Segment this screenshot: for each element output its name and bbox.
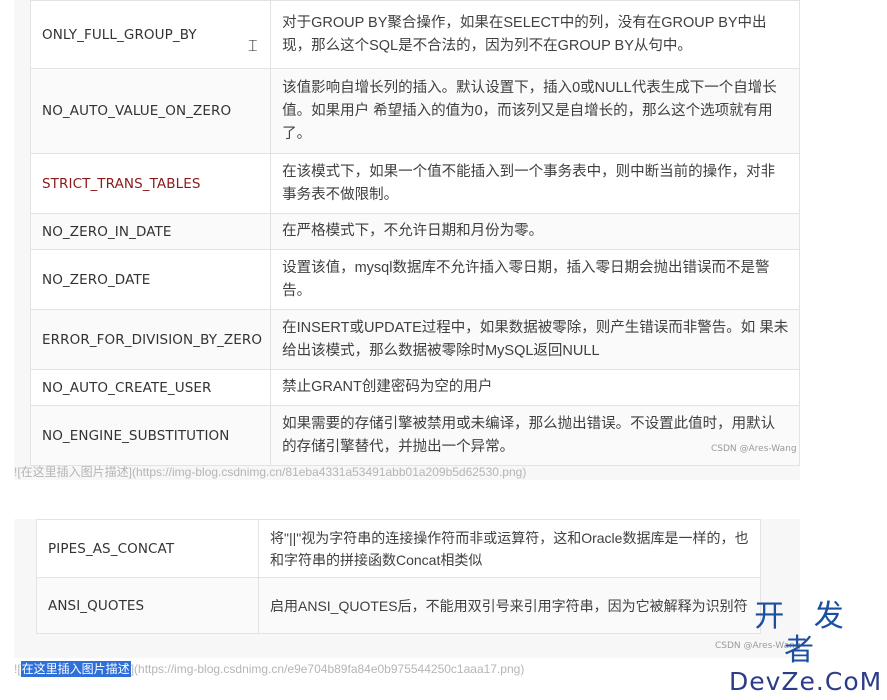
sql-mode-table-2: PIPES_AS_CONCAT 将"||"视为字符串的连接操作符而非或运算符，这…: [36, 519, 761, 634]
mode-name: NO_ZERO_DATE: [29, 249, 272, 310]
mode-name: ERROR_FOR_DIVISION_BY_ZERO: [29, 309, 272, 370]
sql-mode-table-1: ONLY_FULL_GROUP_BY 对于GROUP BY聚合操作，如果在SEL…: [29, 0, 800, 466]
table-row: ONLY_FULL_GROUP_BY 对于GROUP BY聚合操作，如果在SEL…: [29, 0, 800, 69]
mode-description: 如果需要的存储引擎被禁用或未编译，那么抛出错误。不设置此值时，用默认的存储引擎替…: [270, 405, 800, 466]
selected-text[interactable]: 在这里插入图片描述: [20, 661, 131, 677]
table-row: ERROR_FOR_DIVISION_BY_ZERO 在INSERT或UPDAT…: [29, 309, 800, 370]
mode-description: 禁止GRANT创建密码为空的用户: [270, 369, 800, 406]
mode-description: 在严格模式下，不允许日期和月份为零。: [270, 213, 800, 250]
mode-name: PIPES_AS_CONCAT: [36, 519, 259, 578]
csdn-watermark: CSDN @Ares-Wang: [711, 444, 797, 454]
table-row: NO_ENGINE_SUBSTITUTION 如果需要的存储引擎被禁用或未编译，…: [29, 405, 800, 466]
logo-bottom-text: DevZe.CoM: [729, 667, 883, 696]
mode-description: 设置该值，mysql数据库不允许插入零日期，插入零日期会抛出错误而不是警告。: [270, 249, 800, 310]
table-row: NO_ZERO_DATE 设置该值，mysql数据库不允许插入零日期，插入零日期…: [29, 249, 800, 310]
mode-description: 对于GROUP BY聚合操作，如果在SELECT中的列，没有在GROUP BY中…: [270, 0, 800, 69]
mode-name: ANSI_QUOTES: [36, 577, 259, 634]
table-row: PIPES_AS_CONCAT 将"||"视为字符串的连接操作符而非或运算符，这…: [36, 519, 761, 578]
table-row: NO_AUTO_VALUE_ON_ZERO 该值影响自增长列的插入。默认设置下，…: [29, 68, 800, 154]
logo-top-text: 开 发 者: [754, 599, 854, 668]
mode-description: 在INSERT或UPDATE过程中，如果数据被零除，则产生错误而非警告。如 果未…: [270, 309, 800, 370]
mode-name: NO_AUTO_CREATE_USER: [29, 369, 272, 406]
mode-description: 将"||"视为字符串的连接操作符而非或运算符，这和Oracle数据库是一样的，也…: [258, 519, 761, 578]
caption-prefix: ![: [14, 662, 21, 676]
mode-description: 启用ANSI_QUOTES后，不能用双引号来引用字符串，因为它被解释为识别符: [258, 577, 761, 634]
mode-name: NO_AUTO_VALUE_ON_ZERO: [29, 68, 272, 154]
mode-name: STRICT_TRANS_TABLES: [29, 153, 272, 214]
table-row: STRICT_TRANS_TABLES 在该模式下，如果一个值不能插入到一个事务…: [29, 153, 800, 214]
text-cursor-icon: ⌶: [248, 36, 258, 55]
table-row: ANSI_QUOTES 启用ANSI_QUOTES后，不能用双引号来引用字符串，…: [36, 577, 761, 634]
mode-description: 在该模式下，如果一个值不能插入到一个事务表中，则中断当前的操作，对非事务表不做限…: [270, 153, 800, 214]
table-row: NO_AUTO_CREATE_USER 禁止GRANT创建密码为空的用户: [29, 369, 800, 406]
mode-description: 该值影响自增长列的插入。默认设置下，插入0或NULL代表生成下一个自增长值。如果…: [270, 68, 800, 154]
caption-suffix: ](https://img-blog.csdnimg.cn/e9e704b89f…: [130, 662, 525, 676]
devze-logo: 开 发 者 DevZe.CoM: [729, 599, 883, 696]
mode-name: NO_ZERO_IN_DATE: [29, 213, 272, 250]
table-row: NO_ZERO_IN_DATE 在严格模式下，不允许日期和月份为零。: [29, 213, 800, 250]
mode-name: ONLY_FULL_GROUP_BY: [29, 0, 272, 69]
mode-name: NO_ENGINE_SUBSTITUTION: [29, 405, 272, 466]
image-markdown-caption[interactable]: ![在这里插入图片描述](https://img-blog.csdnimg.cn…: [14, 660, 524, 677]
image-markdown-caption[interactable]: ![在这里插入图片描述](https://img-blog.csdnimg.cn…: [14, 463, 526, 480]
